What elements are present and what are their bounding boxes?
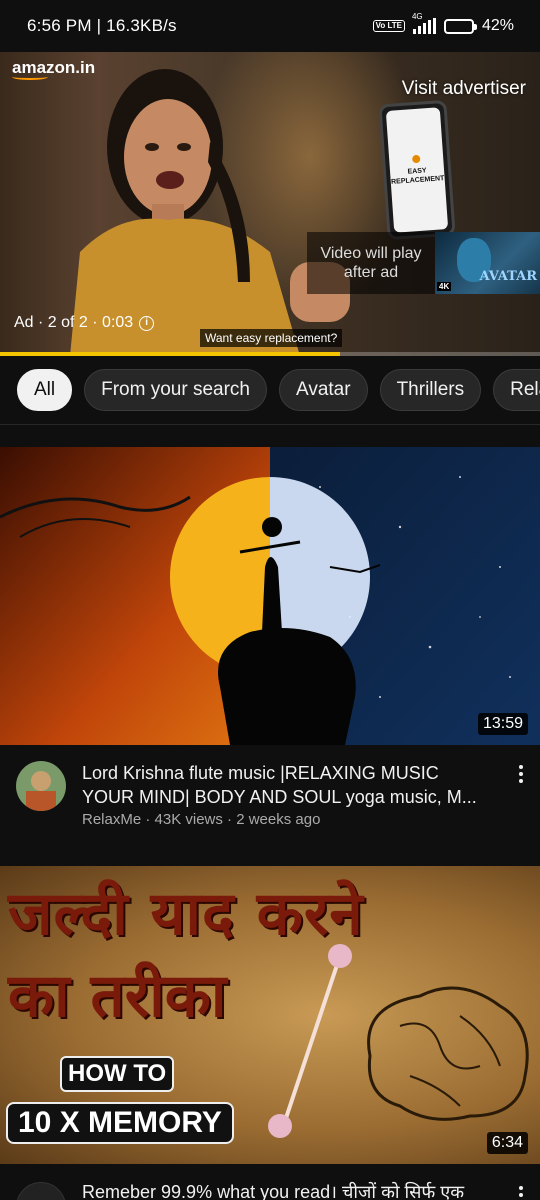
thumbnail-memory: 10 X MEMORY [6,1102,234,1144]
chip-avatar[interactable]: Avatar [279,369,368,411]
chip-from-your-search[interactable]: From your search [84,369,267,411]
more-options-icon[interactable] [514,1184,528,1200]
krishna-thumbnail-art [0,447,540,745]
status-icons: Vo LTE 4G 42% [372,12,514,35]
ad-subtitle: Want easy replacement? [200,329,343,347]
chip-thrillers[interactable]: Thrillers [379,369,482,411]
video-thumbnail[interactable]: 13:59 [0,447,540,745]
chip-all[interactable]: All [17,369,73,411]
ad-phone-image: EASY REPLACEMENT [378,99,456,241]
next-video-thumb-title: AVATAR [479,269,537,284]
info-icon[interactable]: i [139,315,155,331]
chip-rela[interactable]: Rela [493,369,540,411]
video-thumbnail[interactable]: जल्दी याद करने का तरीका HOW TO 10 X MEMO… [0,866,540,1164]
channel-avatar[interactable] [16,761,66,811]
amazon-logo: amazon.in [12,58,95,80]
battery-percent: 42% [481,17,514,34]
volte-icon: Vo LTE [372,20,405,32]
filter-chips: All From your search Avatar Thrillers Rela [0,356,540,424]
video-duration: 6:34 [486,1132,528,1154]
status-time: 6:56 PM | 16.3KB/s [27,16,177,35]
video-title[interactable]: Remeber 99.9% what you read। चीजों को सि… [82,1180,502,1200]
battery-icon [443,18,477,34]
video-duration: 13:59 [477,713,528,735]
video-meta[interactable]: Lord Krishna flute music |RELAXING MUSIC… [0,745,540,845]
ad-counter: Ad · 2 of 2 · 0:03 [14,314,134,331]
thumbnail-text-line1: जल्दी याद करने [8,879,364,949]
phone-screen-text: EASY REPLACEMENT [390,167,445,186]
channel-avatar[interactable] [16,1182,66,1200]
ad-woman-image [70,69,350,356]
visit-advertiser-link[interactable]: Visit advertiser [402,78,526,100]
thumbnail-text-line2: का तरीका [8,961,227,1031]
video-title[interactable]: Lord Krishna flute music |RELAXING MUSIC… [82,761,492,809]
next-video-preview[interactable]: Video will play after ad AVATAR 4K [307,232,540,294]
neuron-illustration [268,944,352,1138]
more-options-icon[interactable] [514,763,528,785]
4k-badge: 4K [437,282,452,291]
signal-icon: 4G [412,12,436,34]
status-bar: 6:56 PM | 16.3KB/s Vo LTE 4G 42% [0,0,540,52]
video-subtitle: RelaxMe · 43K views · 2 weeks ago [82,811,321,828]
divider [0,424,540,425]
ad-info: Ad · 2 of 2 · 0:03 i [14,314,155,332]
next-video-thumbnail: AVATAR 4K [435,232,540,294]
ad-player[interactable]: amazon.in Visit advertiser EASY REPLACEM… [0,52,540,356]
thumbnail-howto: HOW TO [60,1056,175,1092]
network-type: 4G [411,12,423,21]
next-video-label: Video will play after ad [320,245,422,281]
